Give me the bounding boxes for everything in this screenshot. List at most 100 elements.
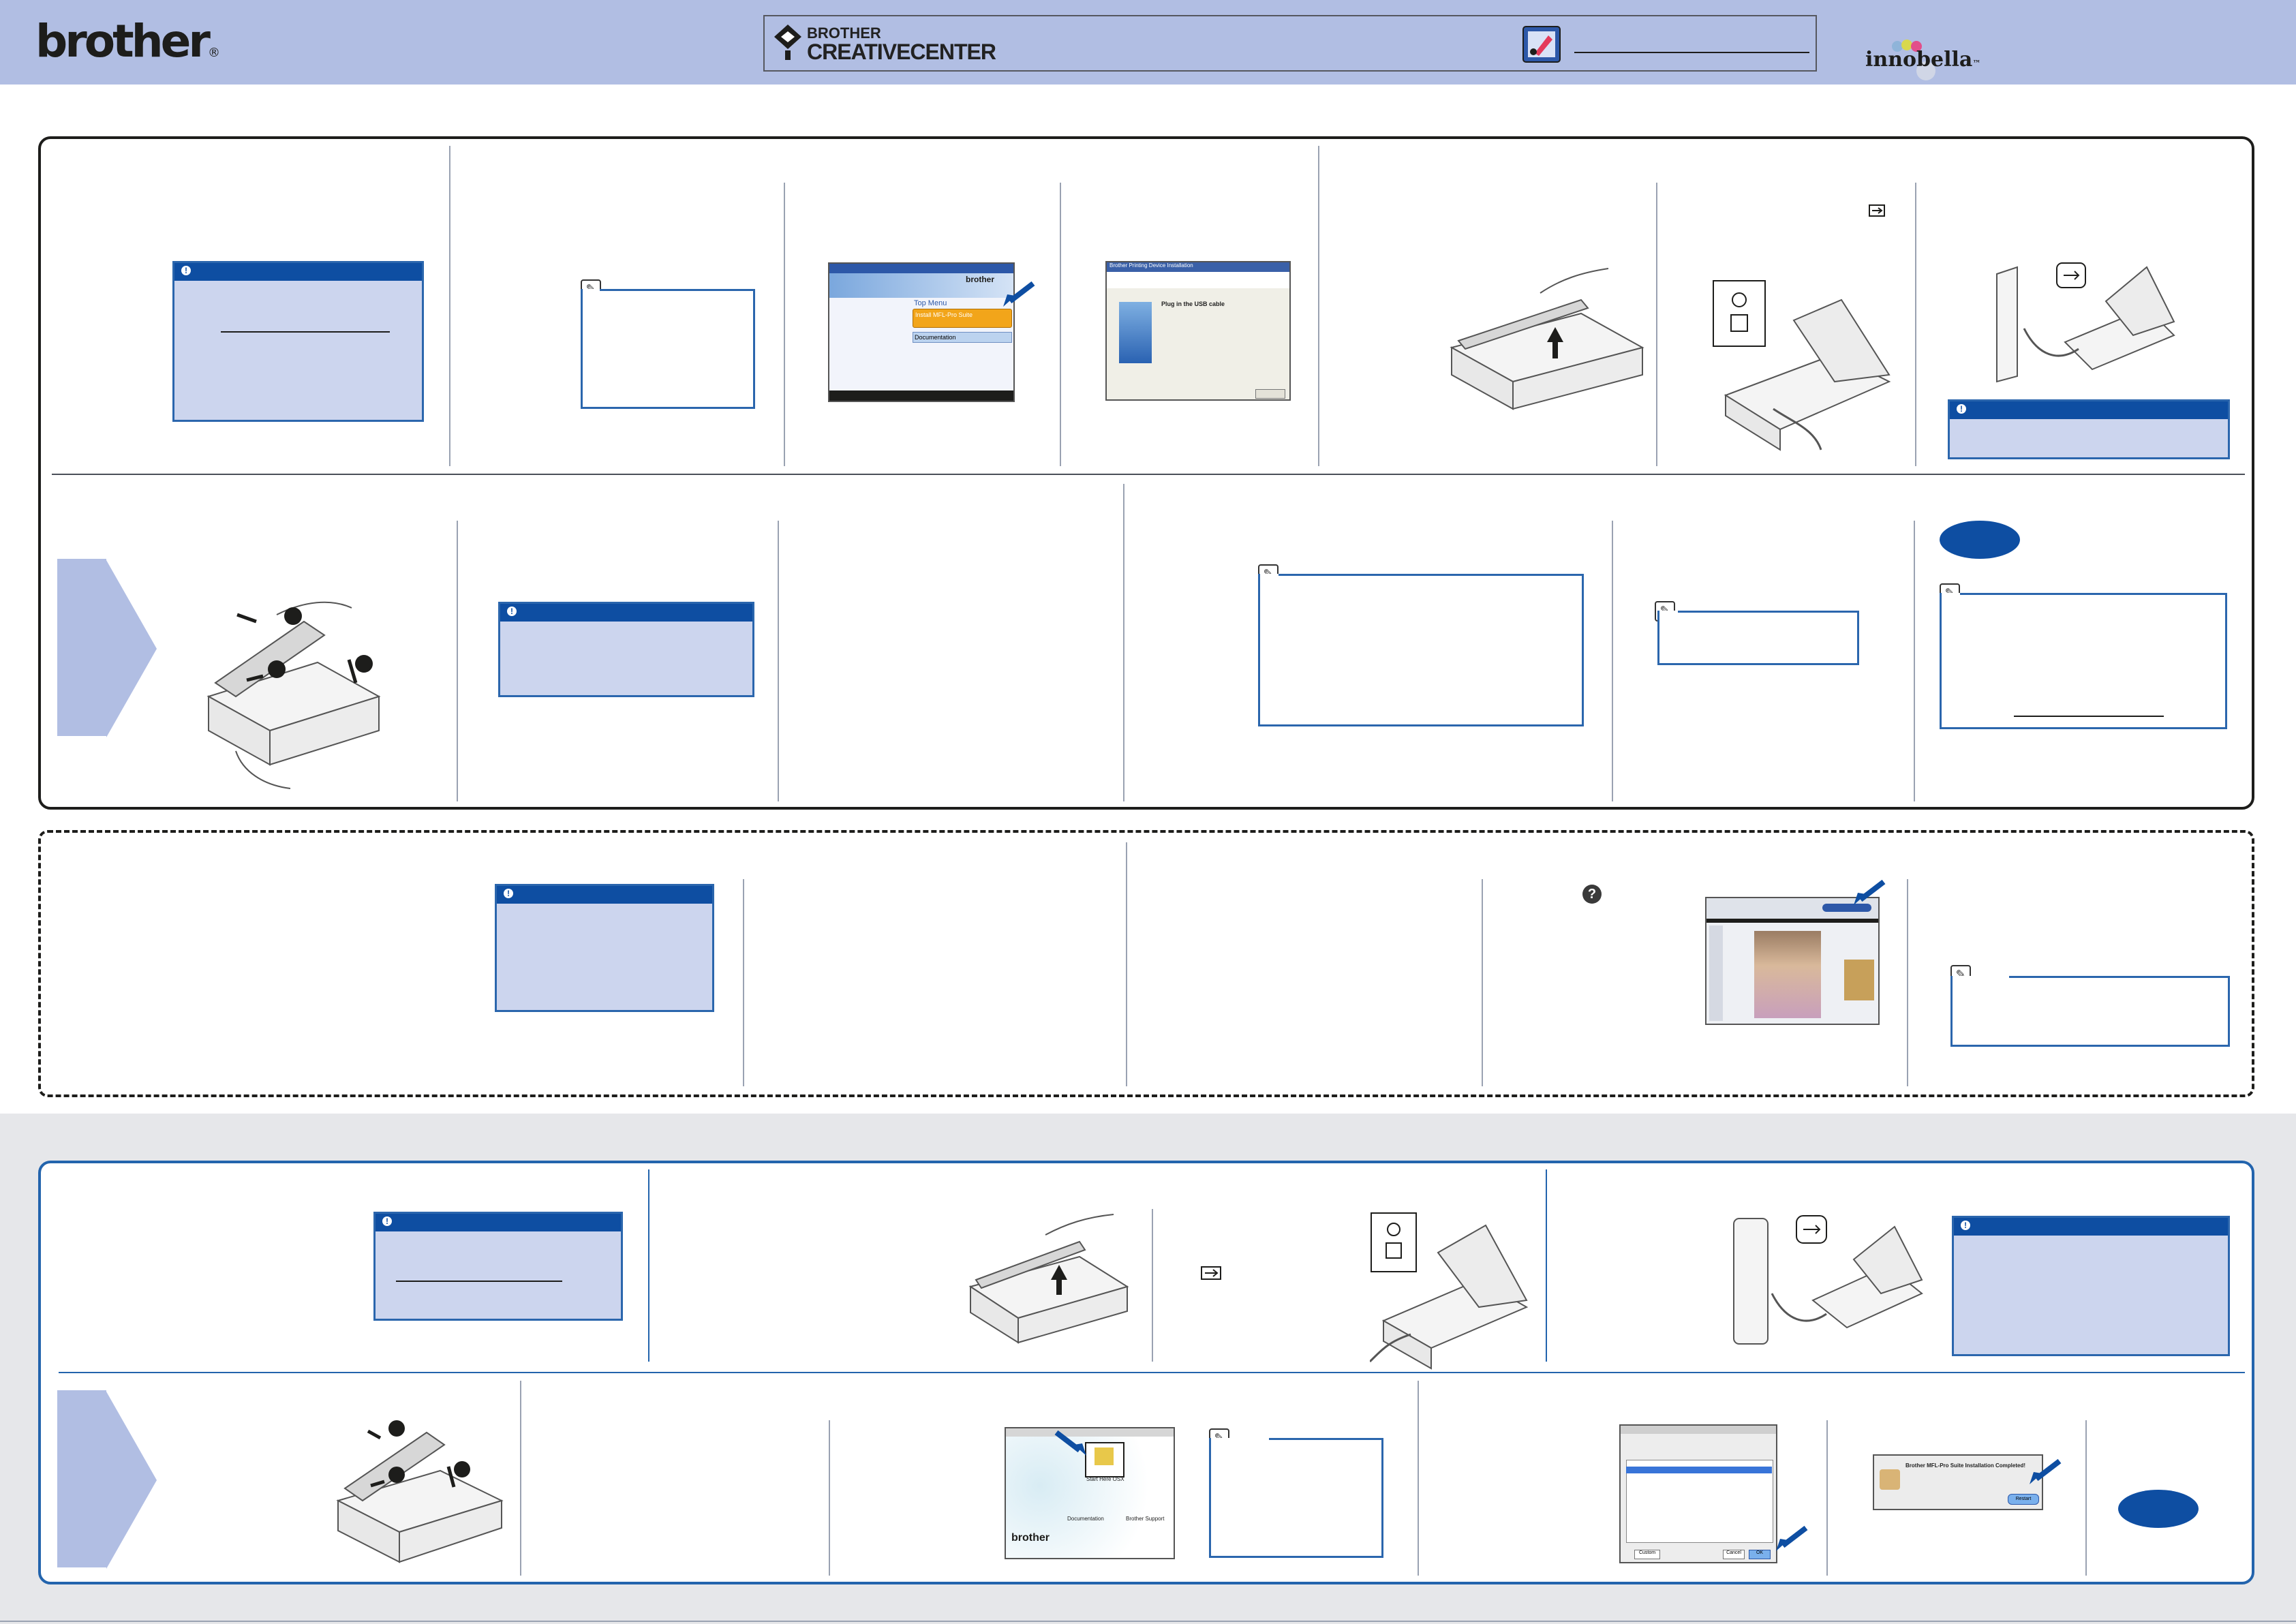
caution-box: !	[495, 884, 714, 1012]
divider	[457, 521, 458, 801]
installer-brand: brother	[966, 275, 994, 284]
selected-machine-row[interactable]	[1626, 1467, 1772, 1473]
divider	[648, 1169, 649, 1362]
photo-app-screenshot	[1705, 897, 1880, 1025]
caution-icon: !	[1961, 1221, 1970, 1230]
pointer-arrow-icon	[1054, 1430, 1086, 1456]
note-box-top	[1678, 611, 1859, 613]
note-box-top	[1279, 574, 1584, 576]
printer-close-illustration	[336, 1420, 504, 1563]
note-box	[1209, 1438, 1383, 1558]
installation-completed-dialog: Brother MFL-Pro Suite Installation Compl…	[1873, 1454, 2043, 1510]
divider	[1914, 521, 1915, 801]
note-box	[581, 289, 755, 409]
cancel-button[interactable]: Cancel	[1723, 1550, 1745, 1559]
divider	[1152, 1209, 1153, 1362]
documentation-button[interactable]: Documentation	[913, 332, 1012, 343]
divider	[1826, 1420, 1828, 1576]
note-box-top	[1960, 593, 2227, 595]
usb-dialog-screenshot: Brother Printing Device Installation Plu…	[1105, 261, 1291, 401]
installer-screenshot: brother Top Menu Install MFL-Pro Suite D…	[828, 262, 1015, 402]
printer-open-illustration	[1450, 268, 1644, 410]
printer-usb-illustration	[1370, 1212, 1529, 1370]
computer-printer-illustration	[1996, 262, 2175, 383]
printer-open-illustration	[968, 1214, 1129, 1344]
finish-oval	[1940, 521, 2020, 559]
caution-icon: !	[507, 607, 517, 616]
start-here-osx-button[interactable]	[1085, 1442, 1124, 1477]
ok-button[interactable]: OK	[1749, 1550, 1771, 1559]
caution-icon: !	[1957, 404, 1966, 414]
note-box	[1657, 611, 1859, 665]
arrow-icon	[106, 560, 157, 737]
brother-logo: brother®	[35, 15, 220, 67]
note-box	[1258, 574, 1584, 726]
mac-choose-machine-dialog: Custom Cancel OK	[1619, 1424, 1777, 1563]
divider	[1546, 1169, 1547, 1362]
divider	[1482, 879, 1483, 1086]
step-arrow	[57, 559, 106, 736]
divider	[1656, 183, 1657, 466]
step-arrow	[57, 1390, 106, 1567]
note-box-top	[2009, 976, 2230, 978]
link-underline	[221, 331, 390, 333]
divider	[1418, 1381, 1419, 1576]
divider	[743, 879, 744, 1086]
caution-box: !	[498, 602, 754, 697]
creative-center-line2: CREATIVECENTER	[807, 40, 996, 64]
caution-box: !	[373, 1212, 623, 1321]
usb-dialog-heading: Plug in the USB cable	[1161, 301, 1225, 307]
divider	[2085, 1420, 2087, 1576]
caution-box: !	[1948, 399, 2230, 459]
pointer-arrow-icon	[2030, 1458, 2062, 1484]
restart-button[interactable]: Restart	[2008, 1494, 2039, 1505]
caution-icon: !	[181, 266, 191, 275]
custom-button[interactable]: Custom	[1634, 1550, 1660, 1559]
note-box-top	[600, 289, 755, 291]
usb-icon	[1869, 204, 1885, 220]
optional-applications-section	[38, 830, 2254, 1097]
usb-icon	[1201, 1266, 1221, 1283]
caution-icon: !	[382, 1216, 392, 1226]
note-box	[1950, 976, 2230, 1047]
pointer-arrow-icon	[1776, 1525, 1808, 1551]
divider	[1126, 842, 1127, 1086]
link-underline	[2014, 716, 2164, 717]
divider	[1612, 521, 1613, 801]
finish-oval	[2118, 1490, 2199, 1528]
mac-printer-illustration	[1733, 1215, 1923, 1345]
pointer-arrow-icon	[1854, 879, 1886, 905]
divider	[1123, 484, 1124, 801]
divider	[1060, 183, 1061, 466]
arrow-icon	[106, 1392, 157, 1569]
row-divider	[59, 1372, 2245, 1373]
install-mfl-pro-button[interactable]: Install MFL-Pro Suite	[913, 309, 1012, 328]
divider	[1915, 183, 1916, 466]
caution-box: !	[1952, 1216, 2230, 1356]
innobella-logo: innobella™	[1865, 48, 1981, 72]
divider	[829, 1420, 830, 1576]
row-divider	[52, 474, 2245, 475]
printer-usb-illustration	[1713, 280, 1891, 451]
usb-dialog-title: Brother Printing Device Installation	[1107, 262, 1289, 272]
creative-center-icon	[774, 25, 801, 60]
mac-installer-screenshot: Start Here OSX Documentation Brother Sup…	[1005, 1427, 1175, 1559]
divider	[1907, 879, 1908, 1086]
divider	[778, 521, 779, 801]
note-box	[1940, 593, 2227, 729]
caution-icon: !	[504, 889, 513, 898]
note-box-top	[1269, 1438, 1383, 1440]
support-label: Brother Support	[1126, 1516, 1165, 1522]
creative-center-app-icon	[1522, 26, 1561, 63]
bottom-rule	[0, 1621, 2296, 1622]
divider	[1318, 146, 1319, 466]
mac-installer-brand: brother	[1011, 1532, 1050, 1544]
creative-center-url-line	[1574, 52, 1809, 53]
help-icon: ?	[1582, 885, 1602, 904]
caution-box: !	[172, 261, 424, 422]
divider	[449, 146, 450, 466]
documentation-label: Documentation	[1067, 1516, 1104, 1522]
usb-dialog-cancel[interactable]	[1255, 389, 1285, 399]
divider	[784, 183, 785, 466]
link-underline	[396, 1281, 562, 1282]
